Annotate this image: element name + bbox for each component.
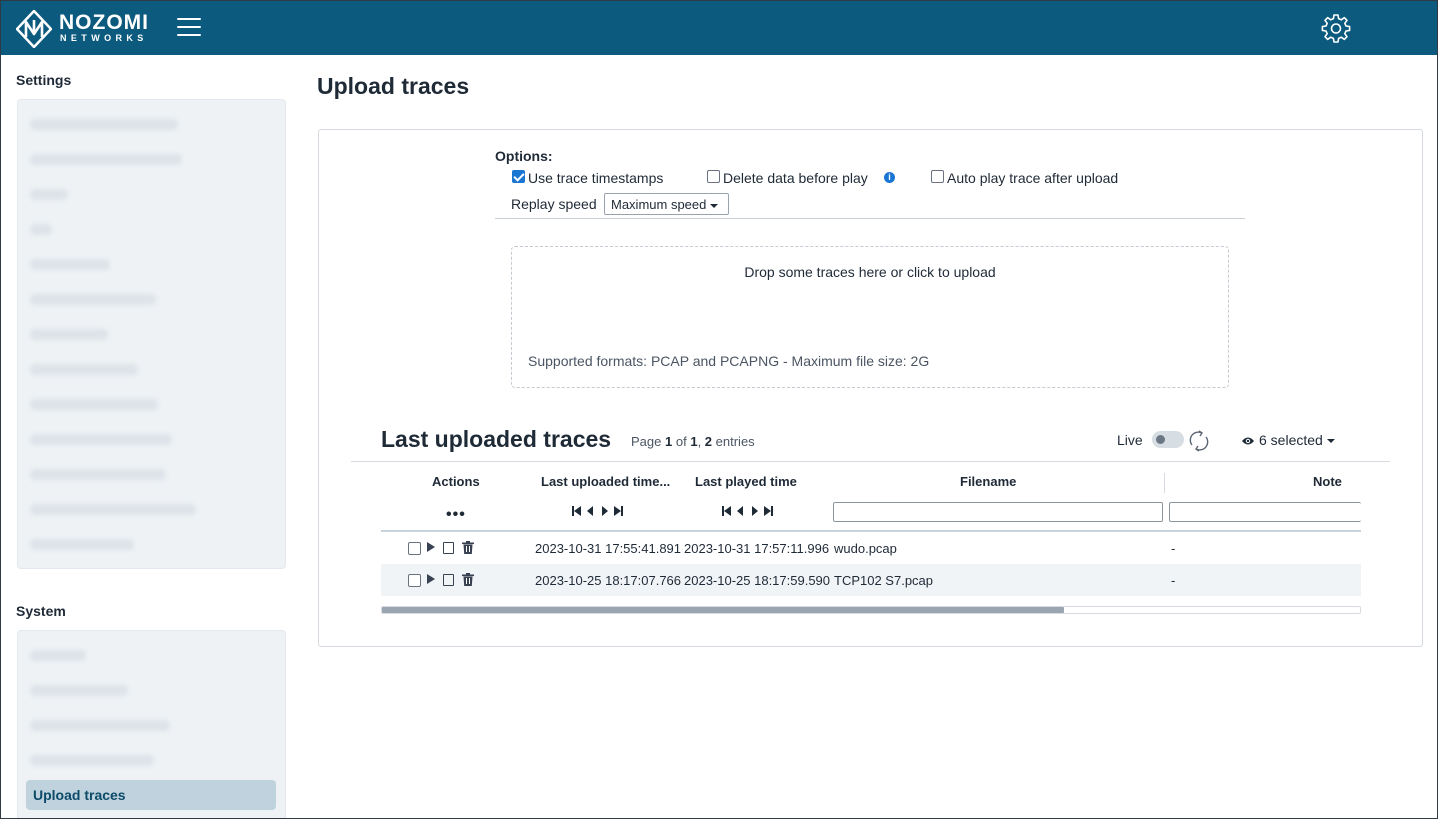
- replay-speed-value: Maximum speed: [611, 197, 707, 212]
- actions-menu-button[interactable]: •••: [446, 506, 466, 524]
- brand-sub: NETWORKS: [60, 33, 148, 43]
- entries-label: entries: [715, 434, 755, 449]
- brand[interactable]: NOZOMI NETWORKS: [59, 11, 149, 44]
- sidebar-item[interactable]: [30, 189, 68, 200]
- horizontal-scrollbar[interactable]: [381, 606, 1361, 614]
- page-of: of: [675, 434, 687, 449]
- trace-dropzone[interactable]: Drop some traces here or click to upload…: [511, 246, 1229, 388]
- column-header-note[interactable]: Note: [1313, 474, 1342, 489]
- dropzone-text: Drop some traces here or click to upload: [744, 264, 996, 280]
- sidebar-item[interactable]: [30, 755, 154, 766]
- use-timestamps-label: Use trace timestamps: [528, 170, 664, 186]
- use-timestamps-checkbox[interactable]: [512, 170, 525, 183]
- auto-play-checkbox[interactable]: [931, 170, 944, 183]
- trash-icon[interactable]: [462, 573, 474, 586]
- row-last-uploaded: 2023-10-31 17:55:41.891: [535, 541, 682, 556]
- row-note: -: [1171, 573, 1176, 588]
- trash-icon[interactable]: [462, 541, 474, 554]
- row-last-uploaded: 2023-10-25 18:17:07.766: [535, 573, 682, 588]
- sidebar-item[interactable]: [30, 154, 182, 165]
- page-total: 1: [690, 434, 698, 449]
- row-last-played: 2023-10-25 18:17:59.590: [684, 573, 831, 588]
- refresh-icon[interactable]: [1186, 429, 1212, 453]
- page-current: 1: [665, 434, 673, 449]
- top-bar: NOZOMI NETWORKS: [1, 1, 1437, 55]
- chevron-down-icon: [1326, 439, 1335, 444]
- column-header-filename[interactable]: Filename: [960, 474, 1016, 489]
- sidebar-item[interactable]: [30, 224, 52, 235]
- sidebar-item[interactable]: [30, 539, 134, 550]
- replay-speed-label: Replay speed: [511, 196, 597, 212]
- settings-menu: [17, 99, 286, 569]
- sidebar-item[interactable]: [30, 364, 138, 375]
- play-icon[interactable]: [427, 542, 435, 552]
- sidebar-item[interactable]: [30, 469, 166, 480]
- played-time-nav-controls[interactable]: [721, 504, 775, 518]
- delete-before-play-label: Delete data before play: [723, 170, 868, 186]
- note-icon[interactable]: [443, 542, 454, 554]
- traces-title: Last uploaded traces: [381, 426, 612, 452]
- selected-count: 6 selected: [1259, 432, 1323, 448]
- row-note: -: [1171, 541, 1176, 556]
- system-menu: Upload traces: [17, 630, 286, 818]
- sidebar-item[interactable]: [30, 685, 128, 696]
- note-filter-input[interactable]: [1169, 502, 1361, 522]
- nozomi-logo-icon[interactable]: [16, 10, 52, 48]
- sidebar-item-upload-traces[interactable]: Upload traces: [26, 780, 276, 810]
- pagination-info: Page 1 of 1, 2 entries: [631, 434, 755, 449]
- column-header-last-played[interactable]: Last played time: [695, 474, 797, 489]
- sidebar-item[interactable]: [30, 434, 172, 445]
- page-prefix: Page: [631, 434, 662, 449]
- row-last-played: 2023-10-31 17:57:11.996: [684, 541, 830, 556]
- sidebar-item[interactable]: [30, 119, 178, 130]
- sidebar-item[interactable]: [30, 329, 108, 340]
- chevron-down-icon: [710, 203, 719, 208]
- eye-icon: [1242, 437, 1254, 445]
- entries-count: 2: [704, 434, 713, 449]
- row-select-checkbox[interactable]: [408, 542, 421, 555]
- delete-before-play-checkbox[interactable]: [707, 170, 720, 183]
- note-icon[interactable]: [443, 574, 454, 586]
- sidebar-item[interactable]: [30, 294, 156, 305]
- options-label: Options:: [495, 148, 553, 164]
- live-toggle[interactable]: [1152, 431, 1184, 448]
- live-label: Live: [1117, 432, 1143, 448]
- upload-card: Options: Use trace timestamps Delete dat…: [318, 129, 1423, 647]
- divider: [351, 461, 1390, 462]
- dropzone-hint: Supported formats: PCAP and PCAPNG - Max…: [528, 353, 930, 369]
- divider: [495, 218, 1245, 219]
- table-row[interactable]: 2023-10-25 18:17:07.766 2023-10-25 18:17…: [381, 564, 1361, 596]
- row-filename: wudo.pcap: [834, 541, 897, 556]
- sidebar: Settings System Upload traces: [1, 55, 301, 818]
- app-window: NOZOMI NETWORKS Settings System Upload t…: [0, 0, 1438, 819]
- row-select-checkbox[interactable]: [408, 574, 421, 587]
- settings-section-title: Settings: [16, 72, 72, 88]
- auto-play-label: Auto play trace after upload: [947, 170, 1119, 186]
- filename-filter-input[interactable]: [833, 502, 1163, 522]
- row-filename: TCP102 S7.pcap: [834, 573, 934, 588]
- system-section-title: System: [16, 603, 66, 619]
- column-separator: [1164, 473, 1165, 493]
- column-header-actions[interactable]: Actions: [432, 474, 480, 489]
- gear-icon[interactable]: [1321, 13, 1351, 43]
- scrollbar-thumb[interactable]: [382, 607, 1064, 613]
- column-header-last-uploaded[interactable]: Last uploaded time...: [541, 474, 670, 489]
- sidebar-item[interactable]: [30, 504, 196, 515]
- table-row[interactable]: 2023-10-31 17:55:41.891 2023-10-31 17:57…: [381, 532, 1361, 564]
- sidebar-item[interactable]: [30, 720, 170, 731]
- uploaded-time-nav-controls[interactable]: [571, 504, 625, 518]
- replay-speed-select[interactable]: Maximum speed: [604, 193, 729, 215]
- play-icon[interactable]: [427, 574, 435, 584]
- columns-selected-dropdown[interactable]: 6 selected: [1241, 432, 1335, 448]
- page-title: Upload traces: [317, 73, 470, 99]
- sidebar-item[interactable]: [30, 399, 158, 410]
- brand-name: NOZOMI: [59, 11, 149, 34]
- sidebar-item[interactable]: [30, 259, 110, 270]
- hamburger-icon[interactable]: [177, 18, 201, 38]
- sidebar-item[interactable]: [30, 650, 86, 661]
- info-icon[interactable]: i: [884, 172, 895, 183]
